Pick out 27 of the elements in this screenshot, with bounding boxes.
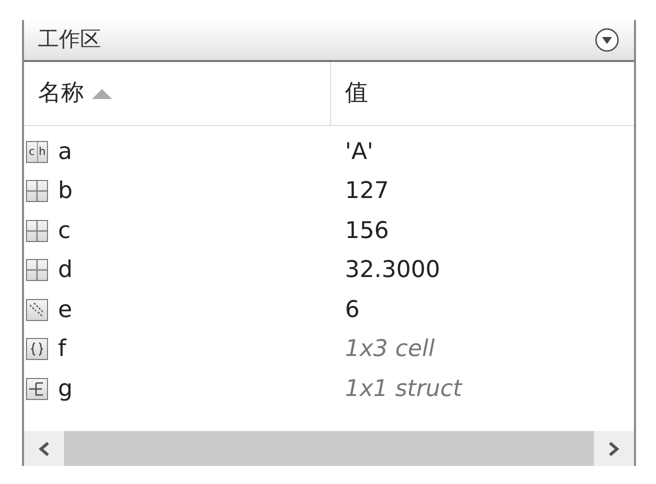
variable-value: 1x3 cell bbox=[344, 335, 435, 364]
variable-value: 127 bbox=[344, 177, 389, 206]
braces-icon bbox=[26, 338, 48, 360]
variable-value: 6 bbox=[344, 296, 360, 324]
tree-structure-icon bbox=[26, 378, 48, 400]
column-header[interactable]: 值 bbox=[331, 62, 634, 125]
variable-name: b bbox=[58, 177, 73, 206]
variable-value: 1x1 struct bbox=[344, 374, 462, 404]
panel-title: 工作区 bbox=[38, 26, 101, 54]
char-type-icon: c h bbox=[26, 140, 48, 163]
variable-value: 'A' bbox=[344, 138, 374, 166]
variable-name: g bbox=[58, 374, 73, 404]
grid-icon bbox=[26, 259, 48, 282]
diagonal-dots-icon bbox=[26, 298, 48, 321]
variable-value: 32.3000 bbox=[344, 256, 440, 285]
variable-name: f bbox=[58, 335, 66, 364]
grid-icon bbox=[26, 220, 48, 242]
dropdown-icon[interactable] bbox=[594, 27, 620, 53]
variable-name: c bbox=[58, 216, 71, 246]
grid-icon bbox=[26, 180, 48, 202]
variable-name: a bbox=[58, 138, 72, 166]
scroll-left-icon[interactable] bbox=[38, 440, 50, 456]
variable-name: d bbox=[58, 256, 73, 285]
variable-name: e bbox=[58, 296, 72, 324]
variable-value: 156 bbox=[344, 216, 389, 246]
column-header[interactable]: 名称 bbox=[24, 62, 331, 125]
scroll-right-icon[interactable] bbox=[608, 440, 620, 456]
